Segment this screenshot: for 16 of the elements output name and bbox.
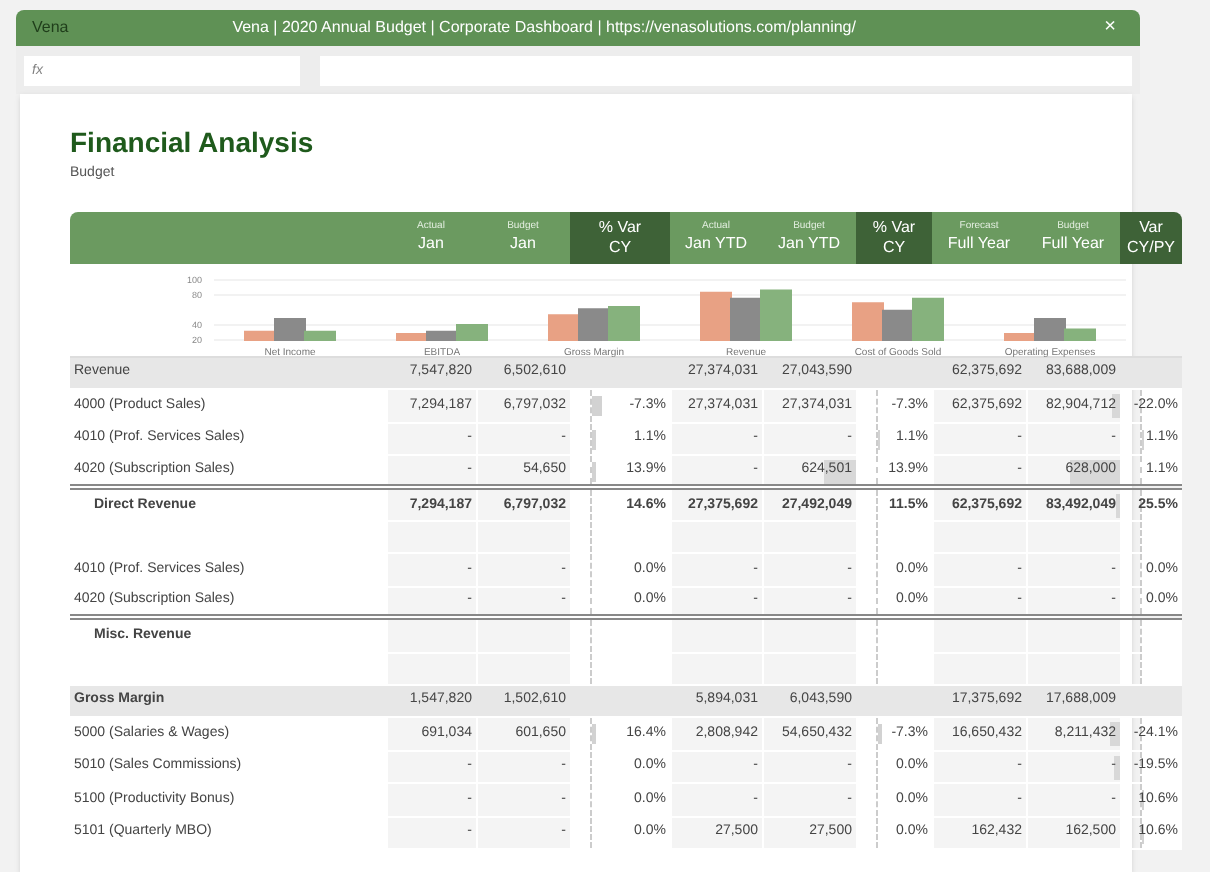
- column-header: % Var CY: [856, 211, 932, 263]
- window-title: Vena | 2020 Annual Budget | Corporate Dashboard | https://venasolutions.com/planning/: [230, 16, 858, 40]
- column-header: Var CY/PY: [1120, 211, 1182, 263]
- close-button[interactable]: ×: [1096, 18, 1124, 38]
- chart-bar: [912, 296, 944, 340]
- chart-bar: [882, 308, 914, 340]
- page-title: Financial Analysis: [70, 128, 316, 156]
- chart-bar: [548, 313, 580, 340]
- chart-bar: [852, 301, 884, 340]
- column-header: % Var CY: [570, 211, 670, 263]
- chart-bar: [760, 288, 792, 340]
- chart-bar: [608, 305, 640, 340]
- chart-bar: [578, 307, 610, 340]
- chart-bar: [700, 290, 732, 340]
- app-name: Vena: [32, 16, 71, 40]
- chart-bar: [730, 296, 762, 340]
